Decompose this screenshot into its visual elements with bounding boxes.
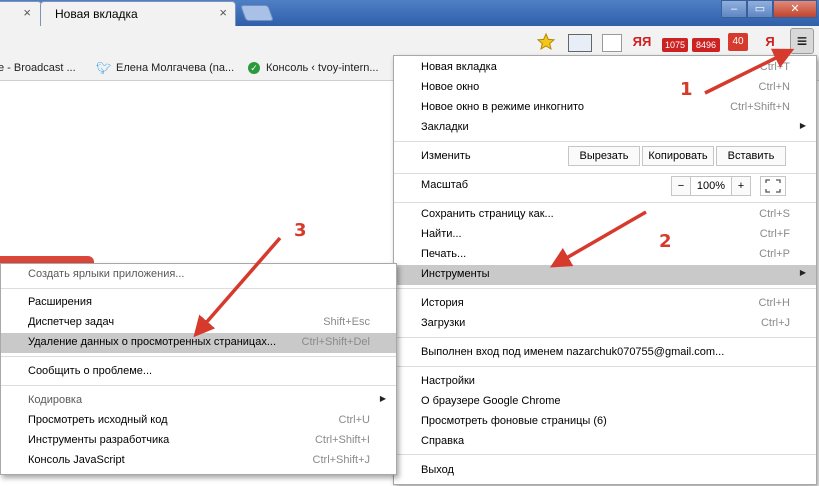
annotation-number-2: 2 (659, 231, 672, 252)
annotation-arrow-1 (704, 48, 795, 95)
annotation-arrow-2 (549, 210, 647, 268)
annotation-arrows (193, 48, 795, 338)
annotation-arrow-3 (193, 236, 282, 338)
annotation-number-1: 1 (680, 79, 693, 100)
annotation-number-3: 3 (294, 220, 307, 241)
